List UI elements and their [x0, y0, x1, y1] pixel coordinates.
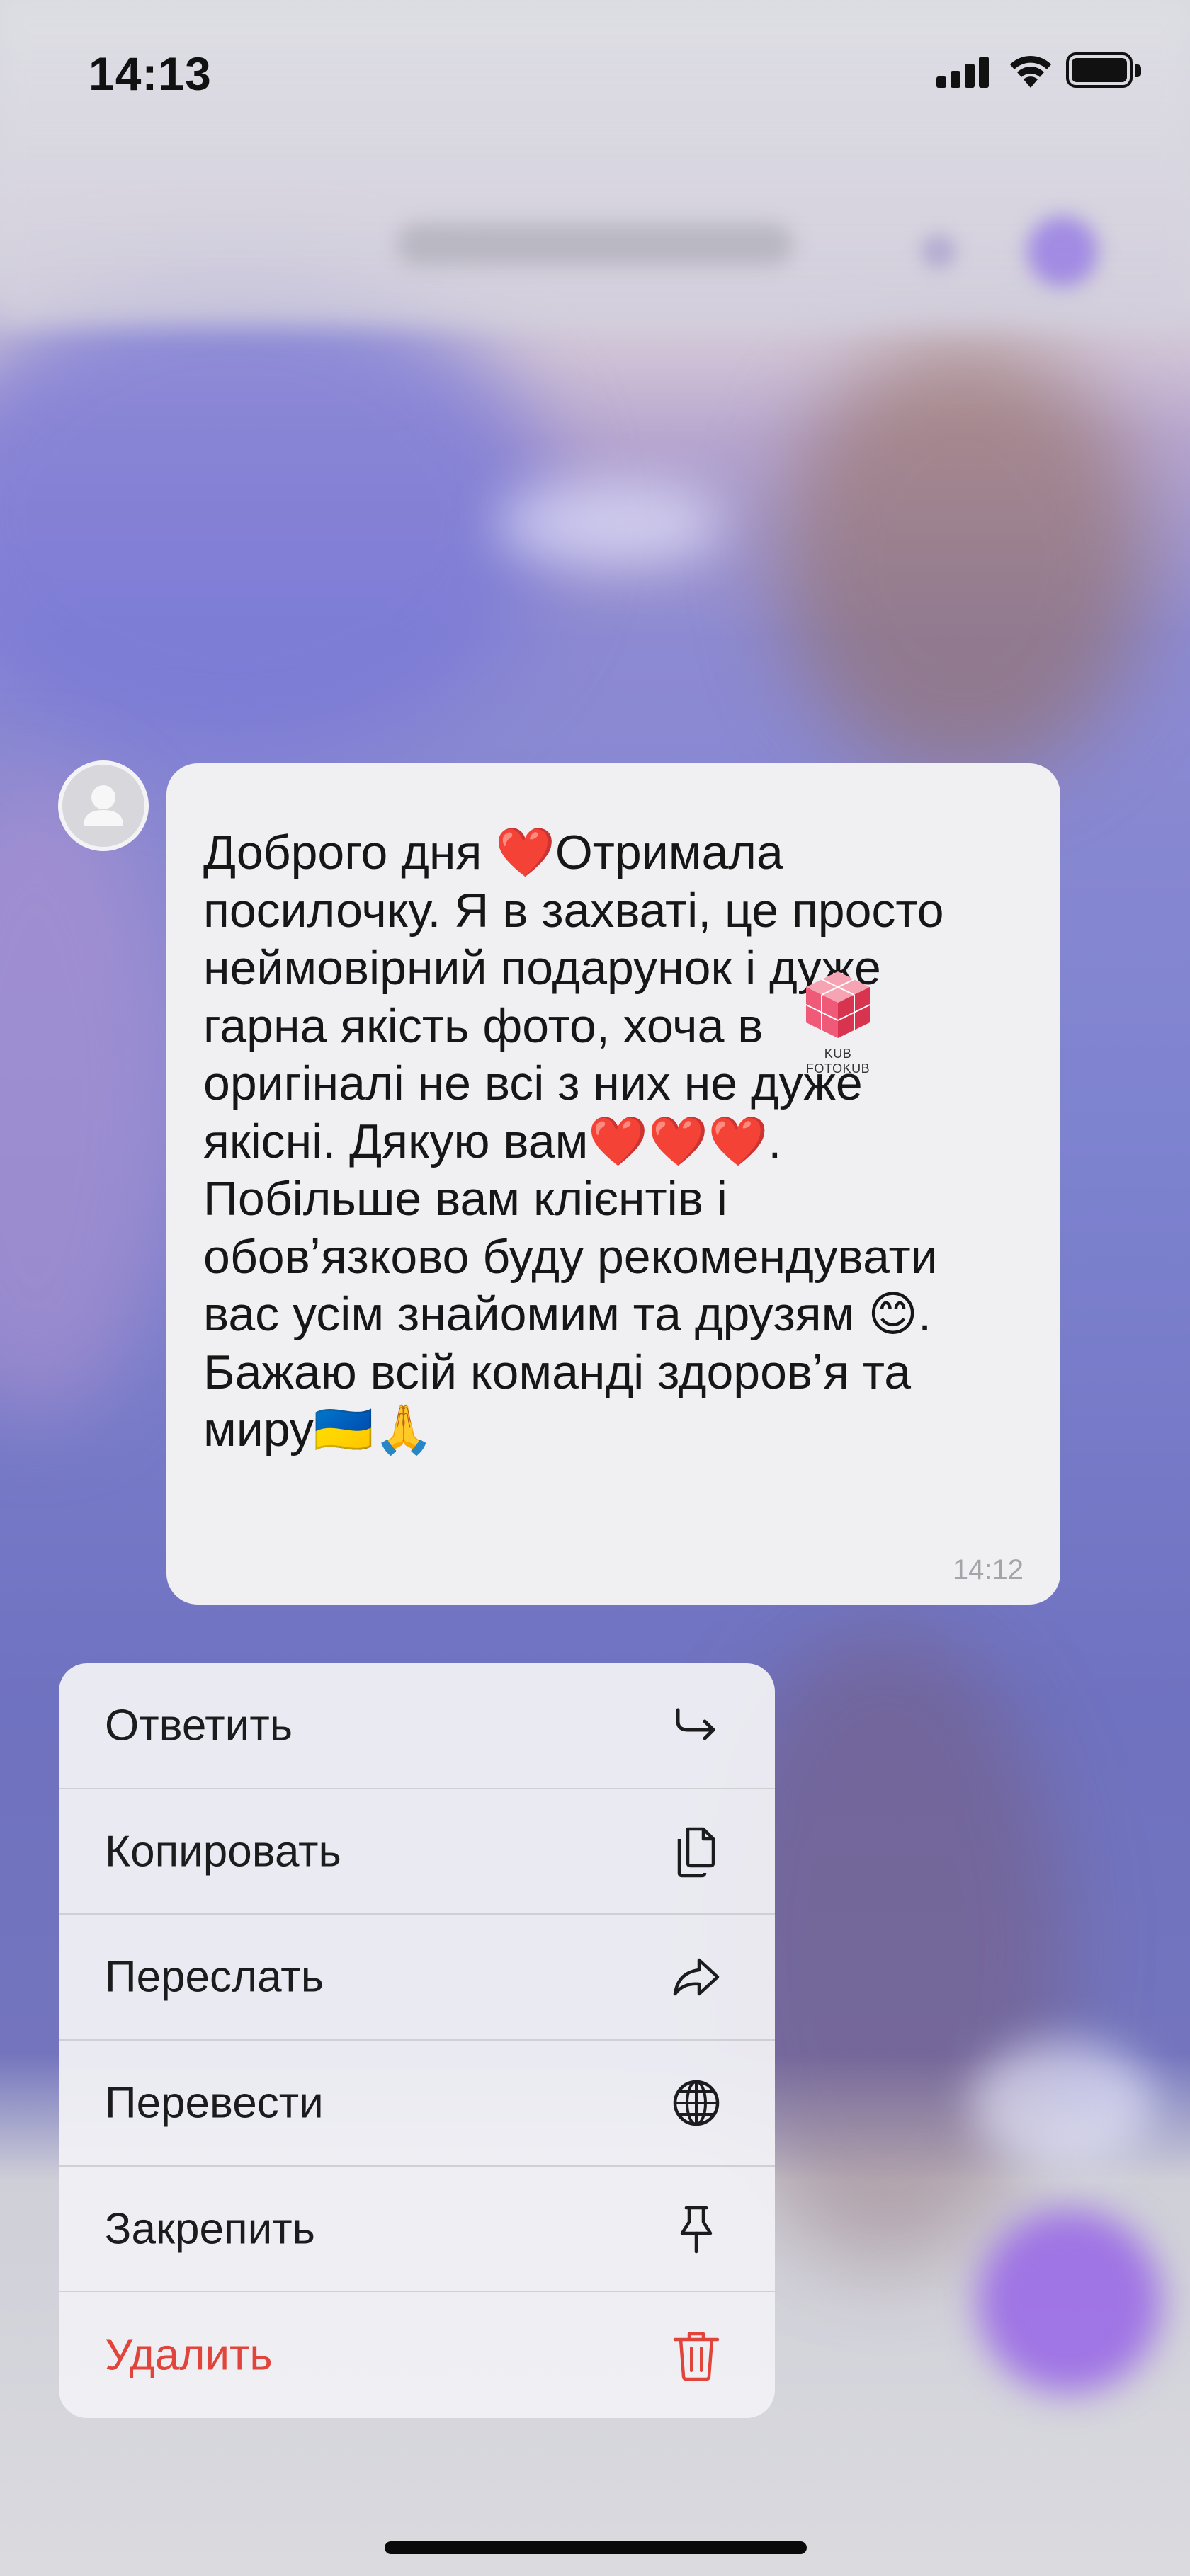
status-time: 14:13 — [89, 47, 212, 100]
menu-item-delete[interactable]: Удалить — [59, 2292, 775, 2418]
cellular-signal-icon — [936, 55, 990, 88]
status-bar: 14:13 — [0, 0, 1190, 142]
menu-item-label: Копировать — [105, 1827, 341, 1876]
globe-icon — [673, 2080, 720, 2126]
menu-item-label: Закрепить — [105, 2204, 315, 2254]
battery-icon — [1066, 52, 1144, 91]
message-bubble[interactable]: Доброго дня ❤️Отримала посилочку. Я в за… — [166, 763, 1060, 1605]
menu-item-label: Перевести — [105, 2078, 324, 2128]
menu-item-label: Переслать — [105, 1952, 324, 2002]
menu-item-forward[interactable]: Переслать — [59, 1915, 775, 2041]
copy-icon — [677, 1827, 715, 1877]
reply-icon — [676, 1708, 715, 1740]
message-context-menu: Ответить Копировать Переслать Перевести — [59, 1663, 775, 2418]
blurred-call-icon — [921, 234, 956, 269]
person-placeholder-icon — [84, 785, 123, 826]
wifi-icon — [1010, 55, 1051, 88]
menu-item-translate[interactable]: Перевести — [59, 2041, 775, 2167]
menu-item-copy[interactable]: Копировать — [59, 1789, 775, 1915]
watermark-logo: KUB FOTOKUB — [792, 963, 884, 1076]
watermark-text: KUB FOTOKUB — [805, 1047, 871, 1076]
message-text: Доброго дня ❤️Отримала посилочку. Я в за… — [203, 826, 944, 1457]
menu-item-label: Ответить — [105, 1701, 293, 1750]
pin-icon — [680, 2206, 713, 2253]
sender-avatar[interactable] — [58, 760, 149, 851]
cube-logo-icon — [805, 971, 871, 1038]
message-timestamp: 14:12 — [952, 1554, 1024, 1585]
menu-item-reply[interactable]: Ответить — [59, 1663, 775, 1789]
trash-icon — [673, 2332, 720, 2381]
blurred-contact-avatar — [1027, 216, 1098, 287]
menu-item-label: Удалить — [105, 2330, 273, 2380]
menu-item-pin[interactable]: Закрепить — [59, 2167, 775, 2293]
blurred-chat-title — [397, 223, 793, 266]
forward-icon — [673, 1958, 720, 1996]
home-indicator[interactable] — [385, 2541, 807, 2554]
